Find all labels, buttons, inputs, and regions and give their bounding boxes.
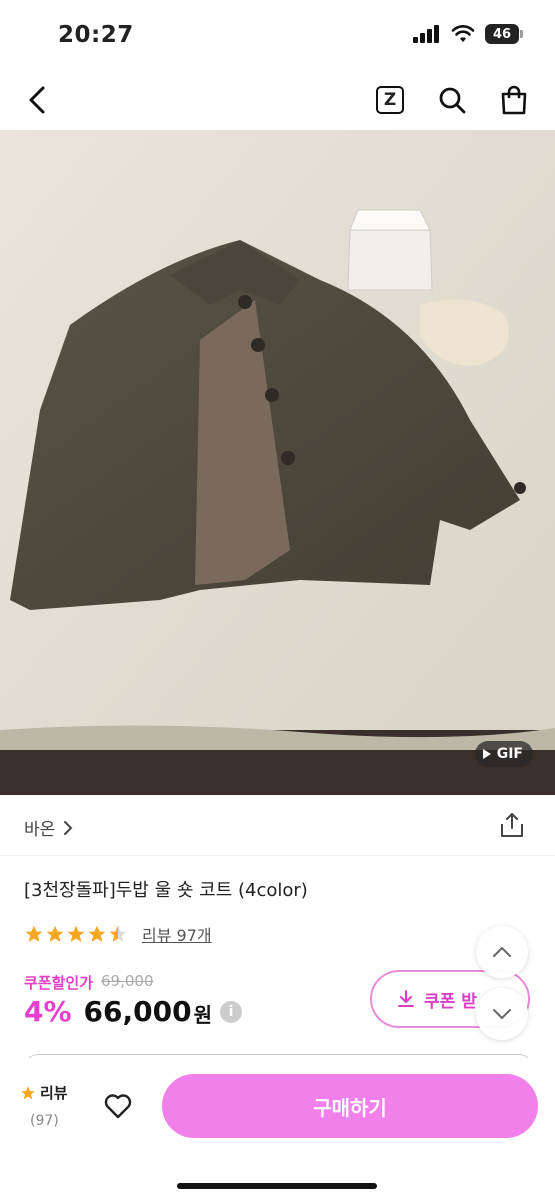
wifi-icon xyxy=(451,25,475,42)
buy-button[interactable]: 구매하기 xyxy=(162,1074,538,1138)
battery-indicator: 46 xyxy=(485,24,523,44)
home-indicator xyxy=(177,1183,377,1189)
product-photo xyxy=(0,130,555,795)
scroll-up-button[interactable] xyxy=(476,926,528,978)
rating-row: 리뷰 97개 xyxy=(24,922,212,946)
search-button[interactable] xyxy=(432,80,472,120)
back-button[interactable] xyxy=(18,80,58,120)
star-rating xyxy=(24,924,128,944)
coupon-price-row: 쿠폰할인가 69,000 xyxy=(24,972,154,993)
scroll-down-button[interactable] xyxy=(476,988,528,1040)
status-bar: 20:27 46 xyxy=(0,0,555,70)
half-star-icon xyxy=(109,925,127,942)
signal-icon xyxy=(413,25,439,43)
review-link[interactable]: 리뷰 97개 xyxy=(142,922,212,946)
share-icon xyxy=(501,813,523,837)
download-icon xyxy=(398,990,414,1007)
star-icon xyxy=(46,925,64,942)
product-title: [3천장돌파]두밥 울 숏 코트 (4color) xyxy=(24,880,308,901)
brand-row: 바온 xyxy=(0,797,555,856)
star-icon xyxy=(67,925,85,942)
chevron-right-icon xyxy=(64,820,73,835)
chevron-down-icon xyxy=(493,1009,511,1020)
review-summary-label: 리뷰 xyxy=(20,1082,68,1103)
z-icon-label: Z xyxy=(383,90,397,110)
zigzag-button[interactable]: Z xyxy=(370,80,410,120)
like-button[interactable] xyxy=(98,1086,138,1126)
heart-icon xyxy=(104,1094,132,1119)
bottom-action-bar: 리뷰 (97) 구매하기 xyxy=(0,1058,555,1200)
chevron-up-icon xyxy=(493,946,511,957)
product-image[interactable]: GIF xyxy=(0,130,555,795)
status-icons: 46 xyxy=(413,24,523,44)
shopping-bag-icon xyxy=(501,85,527,115)
currency-unit: 원 xyxy=(193,1003,213,1027)
play-icon xyxy=(482,749,491,759)
brand-name: 바온 xyxy=(24,820,56,840)
coupon-price-label: 쿠폰할인가 xyxy=(24,974,94,992)
search-icon xyxy=(439,87,466,114)
review-count: (97) xyxy=(30,1113,59,1129)
star-icon xyxy=(21,1085,35,1099)
top-navigation: Z xyxy=(0,70,555,130)
price-row: 4% 66,000 원 i xyxy=(24,995,243,1028)
star-icon xyxy=(88,925,106,942)
z-icon: Z xyxy=(376,86,404,114)
cart-button[interactable] xyxy=(494,80,534,120)
gif-label: GIF xyxy=(496,746,523,762)
share-button[interactable] xyxy=(499,811,529,841)
coupon-button-label: 쿠폰 받 xyxy=(424,991,477,1012)
brand-link[interactable]: 바온 xyxy=(24,815,73,840)
chevron-left-icon xyxy=(29,86,45,114)
review-summary-text: 리뷰 xyxy=(40,1084,68,1102)
status-time: 20:27 xyxy=(58,22,134,48)
review-summary[interactable]: 리뷰 (97) xyxy=(20,1082,68,1129)
original-price: 69,000 xyxy=(101,972,154,990)
info-icon[interactable]: i xyxy=(220,1000,243,1023)
discount-rate: 4% xyxy=(24,995,72,1028)
star-icon xyxy=(25,925,43,942)
sale-price: 66,000 xyxy=(83,995,192,1028)
gif-badge: GIF xyxy=(474,741,533,767)
